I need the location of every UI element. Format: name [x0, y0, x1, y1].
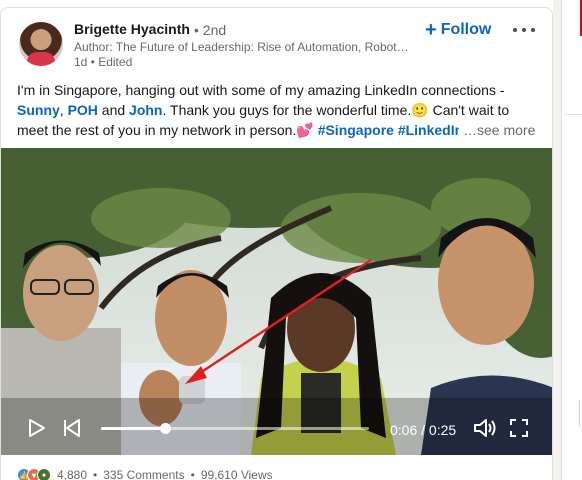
- seek-bar[interactable]: [101, 423, 369, 434]
- right-column-edge: [553, 0, 582, 480]
- more-options-button[interactable]: [511, 21, 539, 39]
- view-count: 99,610 Views: [200, 468, 273, 480]
- see-more-link[interactable]: …see more: [463, 120, 535, 140]
- post-body: I'm in Singapore, hanging out with some …: [17, 80, 541, 140]
- post-meta: 1d • Edited: [74, 55, 133, 69]
- celebrate-icon: ✦: [37, 468, 51, 480]
- hashtag-singapore[interactable]: #Singapore: [318, 122, 394, 138]
- seek-bar-progress: [101, 427, 166, 430]
- follow-label: Follow: [440, 21, 492, 38]
- skip-back-icon[interactable]: [62, 418, 82, 438]
- author-name[interactable]: Brigette Hyacinth: [74, 21, 190, 37]
- right-panel-divider: [565, 114, 582, 115]
- play-icon[interactable]: [27, 418, 47, 438]
- connection-degree: • 2nd: [194, 22, 227, 38]
- post-text-line-1: I'm in Singapore, hanging out with some …: [17, 82, 505, 98]
- hashtag-linkedin[interactable]: #LinkedIn: [398, 122, 459, 138]
- post-header: Brigette Hyacinth • 2nd Author: The Futu…: [1, 8, 552, 78]
- volume-icon[interactable]: [473, 417, 497, 439]
- avatar[interactable]: [19, 22, 63, 66]
- reaction-count[interactable]: 4,880: [57, 468, 87, 480]
- post-text-line-2: Sunny, POH and John. Thank you guys for …: [17, 102, 510, 118]
- fullscreen-icon[interactable]: [509, 418, 529, 438]
- author-headline: Author: The Future of Leadership: Rise o…: [74, 40, 409, 54]
- seek-handle[interactable]: [160, 423, 172, 434]
- comment-count[interactable]: 335 Comments: [103, 468, 184, 480]
- follow-button[interactable]: + Follow: [425, 19, 491, 41]
- video-time: 0:06 / 0:25: [390, 422, 457, 438]
- mention-poh[interactable]: POH: [68, 102, 98, 118]
- feed-post-card: Brigette Hyacinth • 2nd Author: The Futu…: [0, 7, 553, 480]
- ellipsis-icon: [513, 28, 517, 32]
- post-text-line-3: meet the rest of you in my network in pe…: [17, 120, 536, 140]
- mention-sunny[interactable]: Sunny: [17, 102, 60, 118]
- plus-icon: +: [425, 19, 437, 41]
- reaction-icons[interactable]: 👍 ♥ ✦: [17, 468, 51, 480]
- video-controls: [1, 408, 552, 448]
- social-counts: 👍 ♥ ✦ 4,880 • 335 Comments • 99,610 View…: [17, 468, 273, 480]
- mention-john[interactable]: John: [129, 102, 162, 118]
